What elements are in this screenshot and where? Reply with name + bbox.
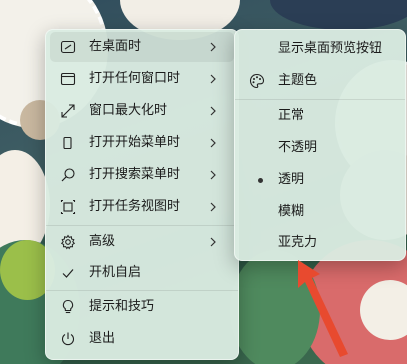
task-view-icon: [60, 199, 76, 215]
menu-item-label: 打开搜索菜单时: [89, 167, 181, 182]
menu-item-label: 亚克力: [278, 235, 318, 250]
submenu-item-show-desktop-preview[interactable]: 显示桌面预览按钮: [239, 34, 401, 64]
menu-item-label: 在桌面时: [89, 39, 142, 54]
chevron-right-icon: [206, 168, 220, 182]
chevron-right-icon: [206, 40, 220, 54]
submenu-item-opaque[interactable]: 不透明: [239, 133, 401, 163]
menu-item-label: 不透明: [278, 140, 318, 155]
submenu-on-desktop: 显示桌面预览按钮 主题色 正常 不透明 透明 模糊 亚克力: [234, 29, 406, 261]
menu-item-label: 开机自启: [89, 265, 142, 280]
start-menu-icon: [60, 135, 76, 151]
menu-item-label: 主题色: [278, 73, 318, 88]
menu-item-label: 打开开始菜单时: [89, 135, 181, 150]
menu-item-tips[interactable]: 提示和技巧: [50, 292, 234, 322]
submenu-item-blur[interactable]: 模糊: [239, 197, 401, 227]
menu-item-exit[interactable]: 退出: [50, 324, 234, 354]
chevron-right-icon: [206, 104, 220, 118]
menu-item-search-menu[interactable]: 打开搜索菜单时: [50, 160, 234, 190]
menu-item-any-window[interactable]: 打开任何窗口时: [50, 64, 234, 94]
menu-item-label: 模糊: [278, 204, 305, 219]
menu-item-on-desktop[interactable]: 在桌面时: [50, 32, 234, 62]
desktop-icon: [60, 39, 76, 55]
chevron-right-icon: [206, 136, 220, 150]
window-icon: [60, 71, 76, 87]
menu-item-label: 显示桌面预览按钮: [278, 41, 383, 56]
menu-item-label: 窗口最大化时: [89, 103, 168, 118]
menu-separator: [46, 290, 238, 291]
context-menu: 在桌面时 打开任何窗口时 窗口最大化时 打开开始菜单时 打开搜索菜单时 打开任务…: [45, 29, 239, 360]
chevron-right-icon: [206, 235, 220, 249]
menu-item-label: 正常: [278, 108, 305, 123]
submenu-item-transparent[interactable]: 透明: [239, 165, 401, 195]
submenu-item-normal[interactable]: 正常: [239, 101, 401, 131]
menu-item-label: 打开任何窗口时: [89, 71, 181, 86]
submenu-item-theme-color[interactable]: 主题色: [239, 66, 401, 96]
menu-separator: [46, 225, 238, 226]
selected-dot-icon: [258, 178, 263, 183]
menu-item-label: 退出: [89, 331, 116, 346]
menu-item-label: 提示和技巧: [89, 299, 155, 314]
menu-item-task-view[interactable]: 打开任务视图时: [50, 192, 234, 222]
search-icon: [60, 167, 76, 183]
annotation-arrow-icon: [298, 260, 348, 357]
chevron-right-icon: [206, 200, 220, 214]
menu-item-label: 高级: [89, 234, 116, 249]
menu-separator: [235, 99, 405, 100]
menu-item-start-menu[interactable]: 打开开始菜单时: [50, 128, 234, 158]
palette-icon: [249, 73, 265, 89]
menu-item-label: 打开任务视图时: [89, 199, 181, 214]
gear-icon: [60, 234, 76, 250]
checkmark-icon: [60, 265, 76, 281]
lightbulb-icon: [60, 299, 76, 315]
menu-item-label: 透明: [278, 172, 305, 187]
maximize-icon: [60, 103, 76, 119]
menu-item-advanced[interactable]: 高级: [50, 227, 234, 257]
menu-item-maximized[interactable]: 窗口最大化时: [50, 96, 234, 126]
power-icon: [60, 331, 76, 347]
submenu-item-acrylic[interactable]: 亚克力: [239, 228, 401, 258]
menu-item-autostart[interactable]: 开机自启: [50, 258, 234, 288]
chevron-right-icon: [206, 72, 220, 86]
